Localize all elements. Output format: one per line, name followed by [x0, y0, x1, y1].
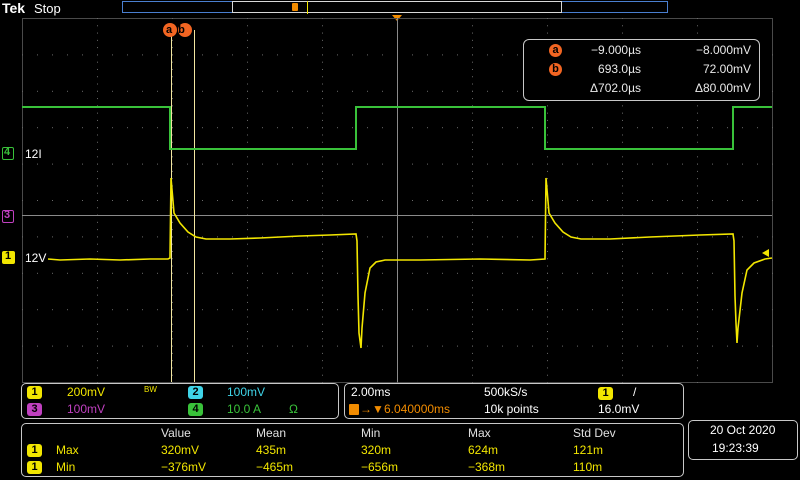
trigger-level: 16.0mV [598, 402, 640, 416]
time: 19:23:39 [712, 441, 759, 455]
cursor-delta-value: Δ80.00mV [694, 81, 751, 95]
cursor-b-icon: b [549, 63, 562, 76]
record-view-window[interactable] [232, 1, 562, 13]
ch1-bw-icon: BW [144, 385, 157, 394]
ch4-label: 12I [25, 147, 42, 161]
brand-logo: Tek [2, 0, 26, 16]
meas-row-min-max: −368m [468, 460, 506, 474]
meas-header-mean: Mean [256, 426, 287, 440]
run-status: Stop [34, 1, 61, 16]
ch2-settings[interactable]: 2 100mV [185, 385, 335, 401]
ch3-indicator[interactable]: 3 [0, 209, 22, 224]
timebase: 2.00ms [351, 385, 391, 399]
cursor-a-row: a −9.000µs −8.000mV [524, 42, 759, 60]
cursor-marker-label: ab [166, 24, 191, 36]
cursor-b-time: 693.0µs [598, 62, 641, 76]
ch1-waveform [47, 177, 773, 349]
meas-row-max-source: 1 [27, 444, 42, 457]
ohm-icon: Ω [289, 402, 298, 416]
date: 20 Oct 2020 [710, 423, 776, 437]
trigger-position: 6.040000ms [384, 402, 451, 416]
cursor-readout: a −9.000µs −8.000mV b 693.0µs 72.00mV Δ7… [523, 39, 760, 101]
meas-row-min-std: 110m [573, 460, 603, 474]
cursor-a-value: −8.000mV [695, 43, 751, 57]
cursor-b-value: 72.00mV [702, 62, 751, 76]
ch3-number: 3 [4, 209, 11, 221]
ch3-scale: 100mV [67, 402, 106, 416]
meas-row-max-max: 624m [468, 443, 499, 457]
meas-row-min-name: Min [56, 460, 76, 474]
cursor-delta-time: Δ702.0µs [590, 81, 641, 95]
cursor-b-row: b 693.0µs 72.00mV [524, 61, 759, 79]
record-marker-icon [307, 1, 308, 14]
ch4-settings-badge: 4 [188, 403, 203, 416]
ch4-settings[interactable]: 4 10.0 A Ω [185, 402, 335, 418]
meas-header-max: Max [468, 426, 491, 440]
meas-row-max[interactable]: 1 Max 320mV 435m 320m 624m 121m [24, 443, 680, 459]
ch2-settings-badge: 2 [188, 386, 203, 399]
cursor-ab-marker[interactable]: ab [163, 23, 193, 38]
trigger-arrow-icon: →▼ [360, 402, 384, 416]
trigger-source-badge: 1 [598, 387, 613, 400]
cursor-delta-row: Δ702.0µs Δ80.00mV [524, 80, 759, 98]
ch1-label: 12V [25, 251, 47, 265]
trigger-position-badge-icon [349, 404, 359, 415]
ch1-scale: 200mV [67, 385, 106, 399]
meas-row-min-value: −376mV [161, 460, 207, 474]
ch4-indicator[interactable]: 4 [0, 146, 22, 161]
record-length: 10k points [484, 402, 539, 416]
meas-header-stddev: Std Dev [573, 426, 616, 440]
meas-row-min-mean: −465m [256, 460, 294, 474]
meas-row-max-std: 121m [573, 443, 604, 457]
meas-row-max-name: Max [56, 443, 79, 457]
meas-row-min-source: 1 [27, 461, 42, 474]
ch1-indicator[interactable]: 1 [0, 250, 22, 265]
cursor-a-time: −9.000µs [591, 43, 641, 57]
meas-row-max-value: 320mV [161, 443, 200, 457]
ch4-number: 4 [4, 146, 11, 158]
meas-row-min-min: −656m [361, 460, 399, 474]
ch1-settings[interactable]: 1 200mV BW [24, 385, 174, 401]
ch3-settings[interactable]: 3 100mV [24, 402, 174, 418]
trigger-position-icon [292, 3, 298, 11]
ch1-number: 1 [5, 250, 12, 262]
cursor-a-icon: a [549, 44, 562, 57]
meas-row-max-mean: 435m [256, 443, 287, 457]
meas-row-max-min: 320m [361, 443, 392, 457]
sample-rate: 500kS/s [484, 385, 528, 399]
trigger-level-icon [762, 249, 769, 257]
ch2-scale: 100mV [227, 385, 266, 399]
meas-header-value: Value [161, 426, 191, 440]
meas-header-min: Min [361, 426, 381, 440]
ch4-scale: 10.0 A [227, 402, 262, 416]
trigger-slope-icon: / [633, 385, 637, 399]
ch3-settings-badge: 3 [27, 403, 42, 416]
ch1-settings-badge: 1 [27, 386, 42, 399]
meas-row-min[interactable]: 1 Min −376mV −465m −656m −368m 110m [24, 460, 680, 476]
